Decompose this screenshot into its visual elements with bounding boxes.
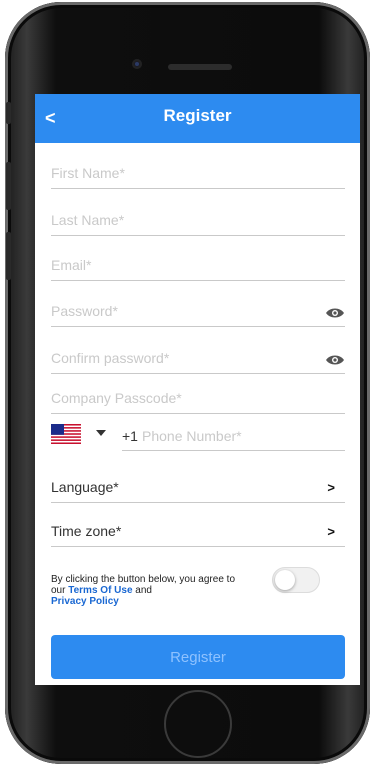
app-screen: < Register First Name* Last Name* Email*… [35,94,360,685]
company-passcode-placeholder: Company Passcode* [51,390,182,406]
password-placeholder: Password* [51,303,118,319]
privacy-policy-link[interactable]: Privacy Policy [51,596,119,607]
language-label: Language* [51,479,119,495]
email-field[interactable]: Email* [51,246,345,281]
phone-number-placeholder: Phone Number* [142,428,242,444]
mute-switch [6,102,11,124]
show-confirm-password-icon[interactable] [325,354,345,366]
show-password-icon[interactable] [325,307,345,319]
terms-of-use-link[interactable]: Terms Of Use [68,585,132,596]
earpiece-speaker [168,64,232,70]
page-title: Register [163,106,232,125]
phone-frame: < Register First Name* Last Name* Email*… [5,2,370,764]
timezone-label: Time zone* [51,523,122,539]
us-flag-icon[interactable] [51,424,81,444]
terms-and: and [132,585,152,596]
register-button[interactable]: Register [51,635,345,679]
dial-code: +1 [122,428,138,444]
terms-text: By clicking the button below, you agree … [51,574,251,607]
first-name-placeholder: First Name* [51,165,125,181]
phone-number-field[interactable]: +1 Phone Number* [122,424,345,451]
timezone-select[interactable]: Time zone* > [51,516,345,547]
toggle-knob [275,570,295,590]
country-dropdown-icon[interactable] [96,430,106,436]
chevron-right-icon: > [327,480,335,495]
volume-up-button [6,162,11,210]
agree-terms-toggle[interactable] [272,567,320,593]
first-name-field[interactable]: First Name* [51,154,345,189]
front-camera [132,59,142,69]
email-placeholder: Email* [51,257,92,273]
app-header: < Register [35,94,360,143]
volume-down-button [6,232,11,280]
chevron-right-icon: > [327,524,335,539]
home-button[interactable] [164,690,232,758]
password-field[interactable]: Password* [51,292,345,327]
company-passcode-field[interactable]: Company Passcode* [51,379,345,414]
last-name-field[interactable]: Last Name* [51,201,345,236]
confirm-password-placeholder: Confirm password* [51,350,170,366]
language-select[interactable]: Language* > [51,472,345,503]
confirm-password-field[interactable]: Confirm password* [51,339,345,374]
phone-number-row: +1 Phone Number* [51,424,345,456]
last-name-placeholder: Last Name* [51,212,125,228]
